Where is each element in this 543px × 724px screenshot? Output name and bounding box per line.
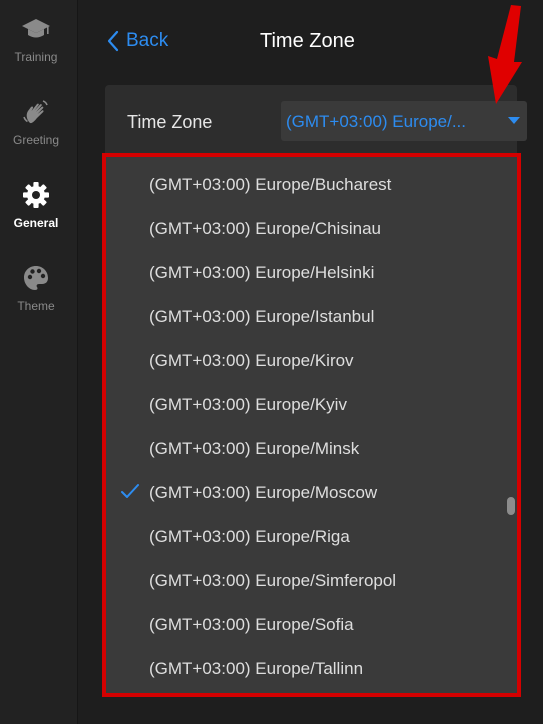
gear-icon [23, 182, 49, 208]
option-label: (GMT+03:00) Europe/Chisinau [149, 219, 381, 238]
back-label: Back [126, 30, 169, 51]
caret-down-icon [508, 117, 520, 124]
option-label: (GMT+03:00) Europe/Kirov [149, 351, 354, 370]
sidebar-item-training[interactable]: Training [0, 14, 72, 64]
timezone-dropdown[interactable]: (GMT+03:00) Europe/Bucharest (GMT+03:00)… [102, 153, 521, 697]
option-label: (GMT+03:00) Europe/Minsk [149, 439, 360, 458]
sidebar-item-theme[interactable]: Theme [0, 263, 72, 313]
timezone-select-value: (GMT+03:00) Europe/... [286, 112, 466, 131]
chevron-left-icon [107, 30, 119, 52]
option-label: (GMT+03:00) Europe/Sofia [149, 615, 354, 634]
sidebar-item-label: General [13, 216, 59, 230]
option-label: (GMT+03:00) Europe/Moscow [149, 483, 378, 502]
sidebar-item-greeting[interactable]: Greeting [0, 97, 72, 147]
waving-hand-icon [23, 100, 48, 124]
dropdown-option[interactable]: (GMT+03:00) Europe/Helsinki [106, 249, 506, 293]
option-label: (GMT+03:00) Europe/Kyiv [149, 395, 347, 414]
dropdown-option[interactable]: (GMT+03:00) Europe/Istanbul [106, 293, 506, 337]
sidebar-item-label: Training [14, 50, 58, 64]
dropdown-option[interactable]: (GMT+03:00) Europe/Minsk [106, 425, 506, 469]
palette-icon [24, 266, 48, 290]
dropdown-option[interactable]: (GMT+03:00) Europe/Kirov [106, 337, 506, 381]
app-window: Training Greeting General Theme Back Tim… [0, 0, 543, 724]
dropdown-option[interactable]: (GMT+03:00) Europe/Tallinn [106, 645, 506, 689]
main-panel: Back Time Zone Time Zone (GMT+03:00) Eur… [78, 0, 543, 724]
timezone-label: Time Zone [127, 112, 213, 132]
back-button[interactable]: Back [106, 30, 168, 52]
option-label: (GMT+03:00) Europe/Helsinki [149, 263, 375, 282]
dropdown-option[interactable]: (GMT+03:00) Europe/Riga [106, 513, 506, 557]
dropdown-option-selected[interactable]: (GMT+03:00) Europe/Moscow [106, 469, 506, 513]
sidebar: Training Greeting General Theme [0, 0, 78, 724]
checkmark-icon [121, 484, 139, 498]
page-title: Time Zone [260, 30, 355, 52]
option-label: (GMT+03:00) Europe/Riga [149, 527, 350, 546]
dropdown-option[interactable]: (GMT+03:00) Europe/Sofia [106, 601, 506, 645]
sidebar-item-general[interactable]: General [0, 180, 72, 230]
dropdown-option[interactable]: (GMT+03:00) Europe/Chisinau [106, 205, 506, 249]
dropdown-option[interactable]: (GMT+03:00) Europe/Simferopol [106, 557, 506, 601]
dropdown-option[interactable]: (GMT+03:00) Europe/Bucharest [106, 161, 506, 205]
option-label: (GMT+03:00) Europe/Simferopol [149, 571, 397, 590]
dropdown-option[interactable]: (GMT+03:00) Europe/Kyiv [106, 381, 506, 425]
sidebar-item-label: Theme [17, 299, 55, 313]
option-label: (GMT+03:00) Europe/Istanbul [149, 307, 375, 326]
graduation-cap-icon [22, 19, 50, 38]
dropdown-scrollbar-thumb[interactable] [507, 497, 515, 515]
annotation-arrow-icon [488, 5, 522, 104]
sidebar-item-label: Greeting [12, 133, 60, 147]
option-label: (GMT+03:00) Europe/Tallinn [149, 659, 364, 678]
option-label: (GMT+03:00) Europe/Bucharest [149, 175, 392, 194]
